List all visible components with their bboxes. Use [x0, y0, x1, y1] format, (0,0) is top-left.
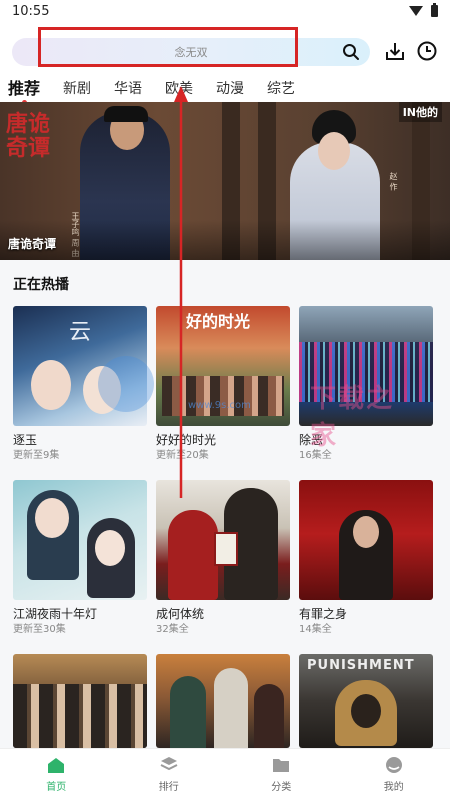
status-bar: 10:55	[0, 0, 450, 22]
nav-label: 我的	[383, 782, 404, 793]
hero-poster-title: 唐诡奇谭	[6, 111, 51, 161]
show-card[interactable]	[156, 654, 290, 748]
tab-new-drama[interactable]: 新剧	[63, 79, 91, 99]
hero-logo: IN他的	[398, 102, 442, 122]
show-title: 好好的时光	[156, 433, 217, 447]
show-card[interactable]: 有罪之身 14集全	[299, 480, 433, 637]
show-card[interactable]	[13, 654, 147, 748]
show-poster	[13, 654, 147, 748]
show-title: 逐玉	[13, 433, 38, 447]
tab-anime[interactable]: 动漫	[216, 79, 244, 99]
poster-figure	[170, 676, 206, 748]
show-title: 成何体统	[156, 607, 205, 621]
nav-profile[interactable]: 我的	[338, 749, 450, 800]
show-card[interactable]: 云 逐玉 更新至9集	[13, 306, 147, 463]
show-poster	[299, 480, 433, 600]
tab-chinese[interactable]: 华语	[114, 79, 142, 99]
tab-western[interactable]: 欧美	[165, 79, 193, 99]
status-time: 10:55	[12, 3, 50, 19]
nav-label: 分类	[271, 782, 292, 793]
nav-rank[interactable]: 排行	[113, 749, 226, 800]
download-icon[interactable]	[384, 40, 406, 62]
show-poster	[299, 306, 433, 426]
annotation-highlight-box	[38, 27, 298, 67]
bottom-nav: 首页 排行 分类 我的	[0, 748, 450, 800]
hero-shade	[0, 220, 450, 260]
poster-glitch	[299, 342, 433, 402]
show-poster: PUNISHMENT	[299, 654, 433, 748]
category-tabs: 推荐 新剧 华语 欧美 动漫 综艺	[0, 76, 450, 102]
show-episodes: 更新至30集	[13, 624, 66, 635]
search-icon[interactable]	[342, 43, 360, 61]
status-icons	[409, 3, 438, 17]
hero-figure-female-head	[318, 132, 350, 170]
hero-cast-right: 赵 作	[389, 172, 398, 191]
poster-face	[35, 498, 69, 538]
profile-icon	[385, 757, 402, 773]
hero-figure-male-hat	[104, 106, 148, 122]
poster-text: 云	[69, 320, 92, 345]
hero-banner[interactable]: 唐诡奇谭 王子鸣 周 由 赵 作 IN他的 唐诡奇谭	[0, 102, 450, 260]
poster-figure	[214, 668, 248, 748]
nav-home[interactable]: 首页	[0, 749, 113, 800]
tab-variety[interactable]: 综艺	[267, 79, 295, 99]
nav-label: 排行	[158, 782, 179, 793]
poster-figure	[254, 684, 284, 748]
show-poster	[156, 654, 290, 748]
show-card[interactable]: 江湖夜雨十年灯 更新至30集	[13, 480, 147, 637]
show-episodes: 更新至20集	[156, 450, 209, 461]
battery-icon	[431, 3, 438, 17]
home-icon	[48, 758, 65, 773]
tab-recommend[interactable]: 推荐	[8, 79, 40, 99]
rank-icon	[160, 757, 178, 771]
show-card[interactable]: 成何体统 32集全	[156, 480, 290, 637]
show-poster: 云	[13, 306, 147, 426]
poster-crowd	[162, 376, 284, 416]
poster-text: 好的时光	[186, 312, 251, 331]
show-poster	[13, 480, 147, 600]
show-poster	[156, 480, 290, 600]
show-card[interactable]: PUNISHMENT	[299, 654, 433, 748]
poster-text: PUNISHMENT	[307, 658, 415, 673]
show-title: 江湖夜雨十年灯	[13, 607, 98, 621]
poster-face	[353, 516, 379, 548]
app-screen: 10:55 念无双 推荐 新剧 华语 欧美 动漫 综艺 唐诡奇谭 赵 作 IN他…	[0, 0, 450, 800]
poster-face	[31, 360, 71, 410]
poster-crowd	[13, 684, 147, 748]
poster-face	[95, 530, 125, 566]
poster-figure	[168, 510, 218, 600]
show-episodes: 32集全	[156, 624, 189, 635]
show-card[interactable]: 好的时光 好好的时光 更新至20集	[156, 306, 290, 463]
poster-mask-hole	[351, 694, 381, 728]
show-episodes: 16集全	[299, 450, 332, 461]
nav-label: 首页	[46, 782, 67, 793]
poster-face	[83, 366, 121, 414]
show-episodes: 14集全	[299, 624, 332, 635]
wifi-icon	[409, 6, 423, 16]
show-title: 除恶	[299, 433, 324, 447]
show-episodes: 更新至9集	[13, 450, 60, 461]
hero-caption: 唐诡奇谭	[8, 237, 57, 251]
show-card[interactable]: 除恶 16集全	[299, 306, 433, 463]
show-poster: 好的时光	[156, 306, 290, 426]
poster-sign	[214, 532, 238, 566]
section-title: 正在热播	[13, 277, 69, 293]
folder-icon	[273, 759, 290, 772]
show-title: 有罪之身	[299, 607, 348, 621]
history-clock-icon[interactable]	[416, 40, 438, 62]
nav-category[interactable]: 分类	[225, 749, 338, 800]
